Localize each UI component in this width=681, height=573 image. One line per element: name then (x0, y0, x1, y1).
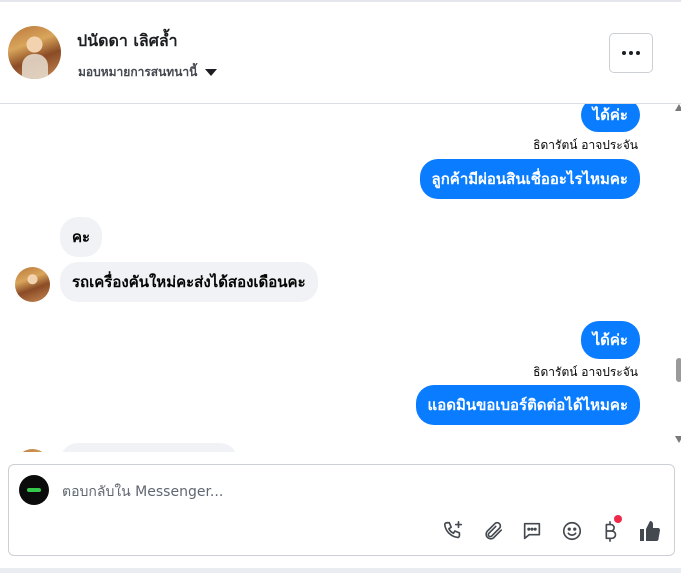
sender-label: ธิดารัตน์ อาจประจัน (533, 138, 638, 152)
logo-mark (27, 488, 41, 492)
scrollbar-thumb[interactable] (676, 358, 681, 382)
caret-down-icon (205, 69, 218, 76)
scroll-down-arrow-icon[interactable] (675, 436, 681, 443)
more-options-button[interactable] (609, 33, 653, 73)
contact-name[interactable]: ปนัดดา เลิศล้ำ (77, 29, 178, 54)
assign-conversation-dropdown[interactable]: มอบหมายการสนทนานี้ (78, 63, 218, 82)
incoming-message[interactable]: คะ (60, 217, 103, 257)
assign-label: มอบหมายการสนทนานี้ (78, 65, 198, 79)
incoming-message[interactable]: รถเครื่องคันใหม่คะส่งได้สองเดือนคะ (60, 262, 318, 302)
page-logo-avatar (19, 475, 49, 505)
incoming-message-partial[interactable] (60, 443, 238, 452)
outgoing-message[interactable]: ได้ค่ะ (580, 104, 640, 132)
reply-input[interactable] (62, 482, 622, 502)
outgoing-message[interactable]: ได้ค่ะ (580, 321, 640, 359)
saved-reply-icon[interactable] (520, 519, 544, 543)
outgoing-message[interactable]: แอดมินขอเบอร์ติดต่อได้ไหมคะ (415, 385, 640, 425)
inbox-conversation-panel: ปนัดดา เลิศล้ำ มอบหมายการสนทนานี้ ได้ค่ะ… (0, 0, 681, 573)
contact-avatar-small (15, 267, 50, 302)
contact-avatar[interactable] (8, 26, 61, 79)
contact-avatar-small (15, 449, 50, 452)
baht-icon[interactable] (598, 515, 622, 543)
notification-dot (614, 515, 622, 523)
attach-icon[interactable] (481, 519, 505, 543)
more-dot-icon (629, 51, 633, 55)
reply-composer (8, 464, 675, 556)
emoji-icon[interactable] (560, 519, 584, 543)
message-thread: ได้ค่ะ ธิดารัตน์ อาจประจัน ลูกค้ามีผ่อนส… (0, 104, 671, 452)
like-icon[interactable] (638, 519, 662, 543)
more-dot-icon (622, 51, 626, 55)
more-dot-icon (636, 51, 640, 55)
sender-label: ธิดารัตน์ อาจประจัน (533, 365, 638, 379)
bottom-border (0, 568, 681, 573)
conversation-header: ปนัดดา เลิศล้ำ มอบหมายการสนทนานี้ (0, 2, 681, 104)
scroll-up-arrow-icon[interactable] (675, 104, 681, 111)
call-add-icon[interactable] (441, 519, 465, 543)
outgoing-message[interactable]: ลูกค้ามีผ่อนสินเชื่ออะไรไหมคะ (419, 159, 640, 199)
